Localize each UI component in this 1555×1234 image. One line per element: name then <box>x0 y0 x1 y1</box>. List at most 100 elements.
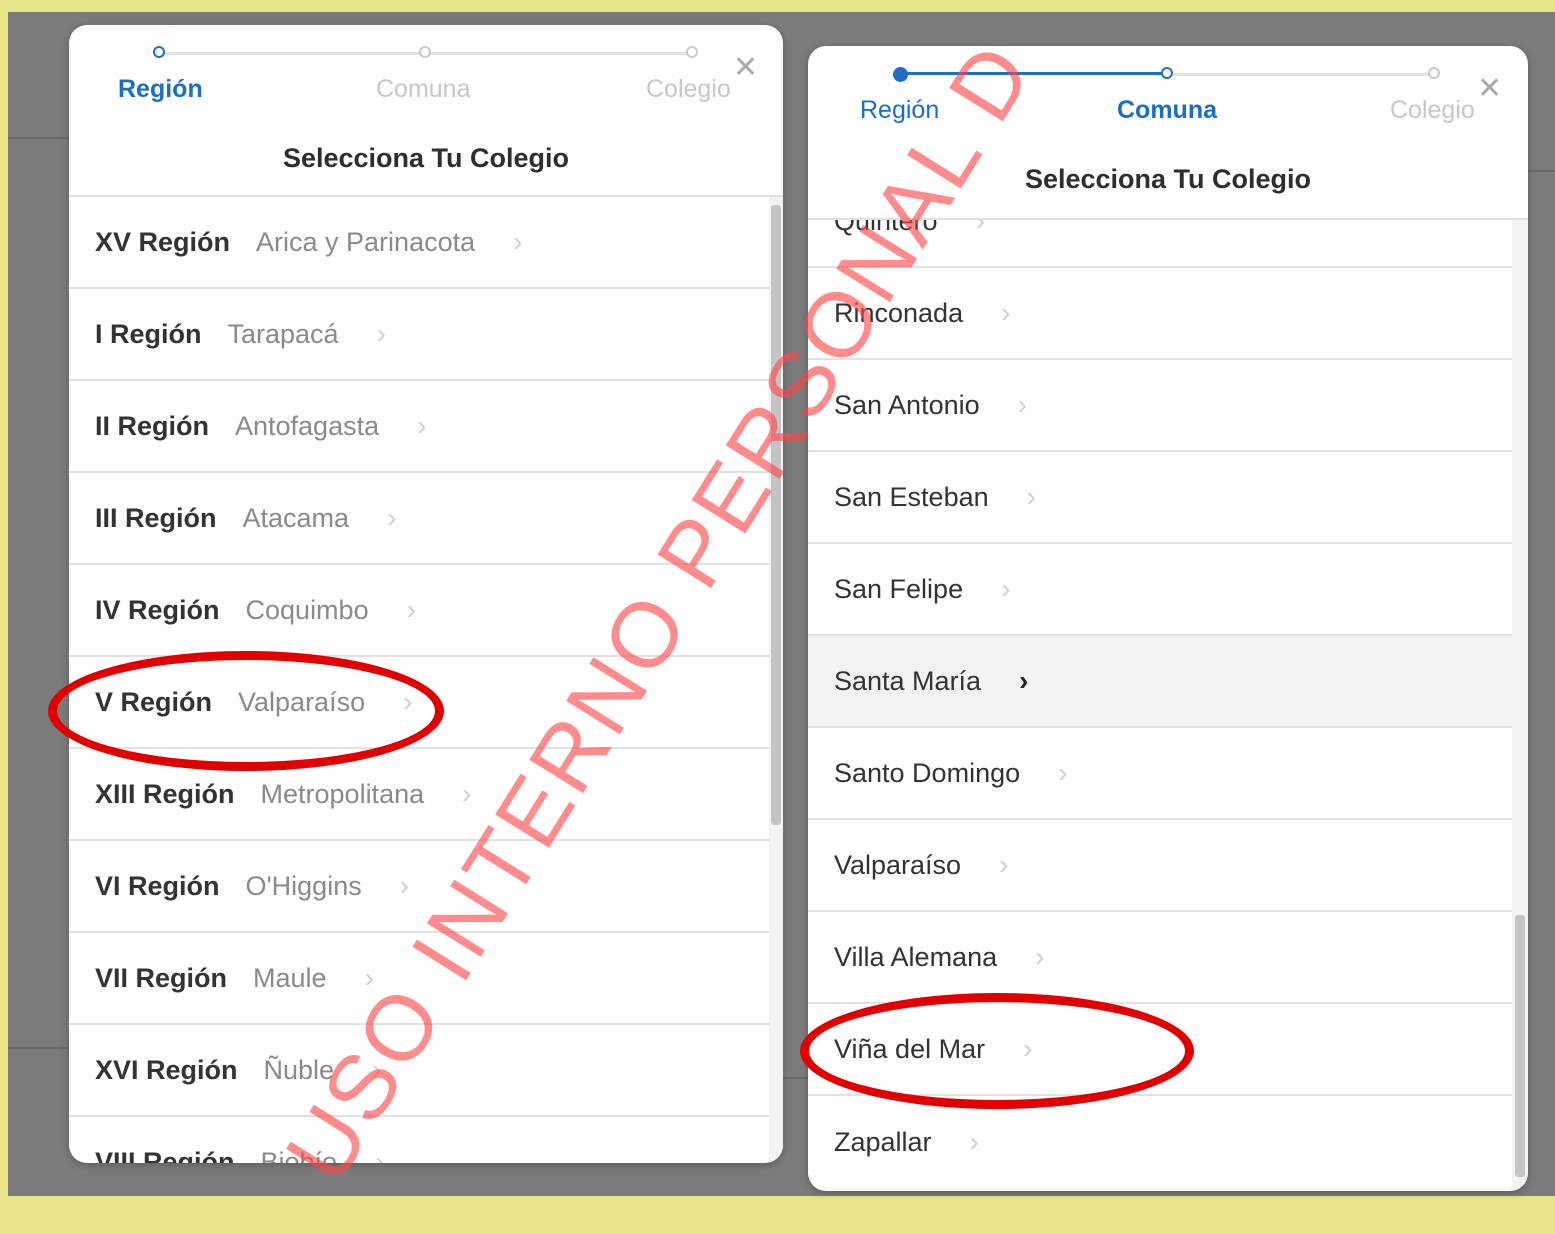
step-region-label[interactable]: Región <box>118 75 203 104</box>
close-icon[interactable]: ✕ <box>1477 74 1502 104</box>
list-item-comuna[interactable]: Viña del Mar › <box>808 1004 1512 1096</box>
stepper: Región Comuna Colegio ✕ <box>808 46 1528 166</box>
list-item-comuna[interactable]: Rinconada › <box>808 268 1512 360</box>
region-code: VIII Región <box>95 1146 235 1164</box>
list-item-comuna[interactable]: San Felipe › <box>808 544 1512 636</box>
chevron-right-icon: › <box>1058 757 1068 788</box>
background-divider <box>8 137 78 139</box>
comuna-name: San Antonio <box>834 389 980 420</box>
list-item-region[interactable]: XV Región Arica y Parinacota › <box>69 197 769 289</box>
list-item-region[interactable]: VIII Región Biobío › <box>69 1117 769 1163</box>
step-region-dot <box>893 67 908 82</box>
region-code: XVI Región <box>95 1054 238 1085</box>
step-region-dot <box>153 46 165 58</box>
list-item-comuna[interactable]: San Antonio › <box>808 360 1512 452</box>
list-item-region[interactable]: III Región Atacama › <box>69 473 769 565</box>
list-item-region[interactable]: VII Región Maule › <box>69 933 769 1025</box>
comuna-name: San Felipe <box>834 573 964 604</box>
school-selector-modal-comuna: Región Comuna Colegio ✕ Selecciona Tu Co… <box>808 46 1528 1191</box>
chevron-right-icon: › <box>969 1126 979 1157</box>
chevron-right-icon: › <box>462 778 472 809</box>
comuna-name: Quintero <box>834 220 938 236</box>
list-item-region[interactable]: XVI Región Ñuble › <box>69 1025 769 1117</box>
list-item-comuna[interactable]: Santa María › <box>808 636 1512 728</box>
chevron-right-icon: › <box>1001 573 1011 604</box>
chevron-right-icon: › <box>513 226 523 257</box>
stepper: Región Comuna Colegio ✕ <box>69 25 783 145</box>
region-name: Antofagasta <box>235 410 380 441</box>
region-code: V Región <box>95 686 213 717</box>
comuna-name: Santa María <box>834 665 982 696</box>
scrollbar-track[interactable] <box>769 197 783 1163</box>
chevron-right-icon: › <box>975 220 985 236</box>
scrollbar-track[interactable] <box>1512 220 1528 1191</box>
chevron-right-icon: › <box>999 849 1009 880</box>
region-list: XV Región Arica y Parinacota › I Región … <box>69 197 769 1163</box>
chevron-right-icon: › <box>1017 389 1027 420</box>
comuna-name: Viña del Mar <box>834 1033 986 1064</box>
chevron-right-icon: › <box>372 1054 382 1085</box>
step-colegio-label[interactable]: Colegio <box>646 75 731 104</box>
step-comuna-label[interactable]: Comuna <box>376 75 471 104</box>
list-item-region[interactable]: XIII Región Metropolitana › <box>69 749 769 841</box>
background-divider <box>8 1047 78 1049</box>
region-code: III Región <box>95 502 217 533</box>
comuna-name: Villa Alemana <box>834 941 998 972</box>
list-item-region[interactable]: I Región Tarapacá › <box>69 289 769 381</box>
region-code: VII Región <box>95 962 228 993</box>
region-name: Arica y Parinacota <box>256 226 476 257</box>
step-comuna-dot <box>1161 67 1173 79</box>
region-code: I Región <box>95 318 202 349</box>
region-code: II Región <box>95 410 209 441</box>
region-code: XV Región <box>95 226 231 257</box>
school-selector-modal-region: Región Comuna Colegio ✕ Selecciona Tu Co… <box>69 25 783 1163</box>
step-colegio-dot <box>686 46 698 58</box>
chevron-right-icon: › <box>417 410 427 441</box>
step-comuna-label[interactable]: Comuna <box>1117 96 1217 125</box>
modal-title: Selecciona Tu Colegio <box>282 143 570 173</box>
list-item-region[interactable]: VI Región O'Higgins › <box>69 841 769 933</box>
region-name: Atacama <box>242 502 350 533</box>
region-name: Metropolitana <box>260 778 425 809</box>
list-item-comuna[interactable]: Zapallar › <box>808 1096 1512 1188</box>
list-item-region[interactable]: V Región Valparaíso › <box>69 657 769 749</box>
chevron-right-icon: › <box>1023 1033 1033 1064</box>
region-name: Maule <box>253 962 327 993</box>
comuna-list: Quintero › Rinconada › San Antonio › San… <box>808 220 1512 1191</box>
chevron-right-icon: › <box>406 594 416 625</box>
step-colegio-dot <box>1428 67 1440 79</box>
scrollbar-thumb[interactable] <box>1515 915 1525 1177</box>
step-region-label[interactable]: Región <box>860 96 939 125</box>
list-item-region[interactable]: II Región Antofagasta › <box>69 381 769 473</box>
chevron-right-icon: › <box>375 1146 385 1163</box>
list-item-comuna[interactable]: Santo Domingo › <box>808 728 1512 820</box>
region-name: O'Higgins <box>245 870 362 901</box>
close-icon[interactable]: ✕ <box>733 53 758 83</box>
chevron-right-icon: › <box>403 686 413 717</box>
list-item-region[interactable]: IV Región Coquimbo › <box>69 565 769 657</box>
region-name: Ñuble <box>263 1054 335 1085</box>
chevron-right-icon: › <box>1001 297 1011 328</box>
step-colegio-label[interactable]: Colegio <box>1390 96 1475 125</box>
list-item-comuna[interactable]: San Esteban › <box>808 452 1512 544</box>
chevron-right-icon: › <box>1026 481 1036 512</box>
region-name: Valparaíso <box>238 686 366 717</box>
chevron-right-icon: › <box>376 318 386 349</box>
list-item-comuna[interactable]: Villa Alemana › <box>808 912 1512 1004</box>
region-code: XIII Región <box>95 778 235 809</box>
stepper-track <box>1174 73 1435 76</box>
chevron-right-icon: › <box>1019 665 1029 696</box>
region-name: Biobío <box>260 1146 338 1164</box>
chevron-right-icon: › <box>1035 941 1045 972</box>
comuna-name: Zapallar <box>834 1126 932 1157</box>
background-divider <box>1528 170 1555 172</box>
region-name: Coquimbo <box>245 594 369 625</box>
scrollbar-thumb[interactable] <box>771 205 781 825</box>
list-item-comuna[interactable]: Quintero › <box>808 220 1512 268</box>
modal-title: Selecciona Tu Colegio <box>1024 164 1312 194</box>
list-item-comuna[interactable]: Valparaíso › <box>808 820 1512 912</box>
chevron-right-icon: › <box>399 870 410 901</box>
comuna-name: Valparaíso <box>834 849 962 880</box>
chevron-right-icon: › <box>387 502 397 533</box>
region-name: Tarapacá <box>227 318 339 349</box>
